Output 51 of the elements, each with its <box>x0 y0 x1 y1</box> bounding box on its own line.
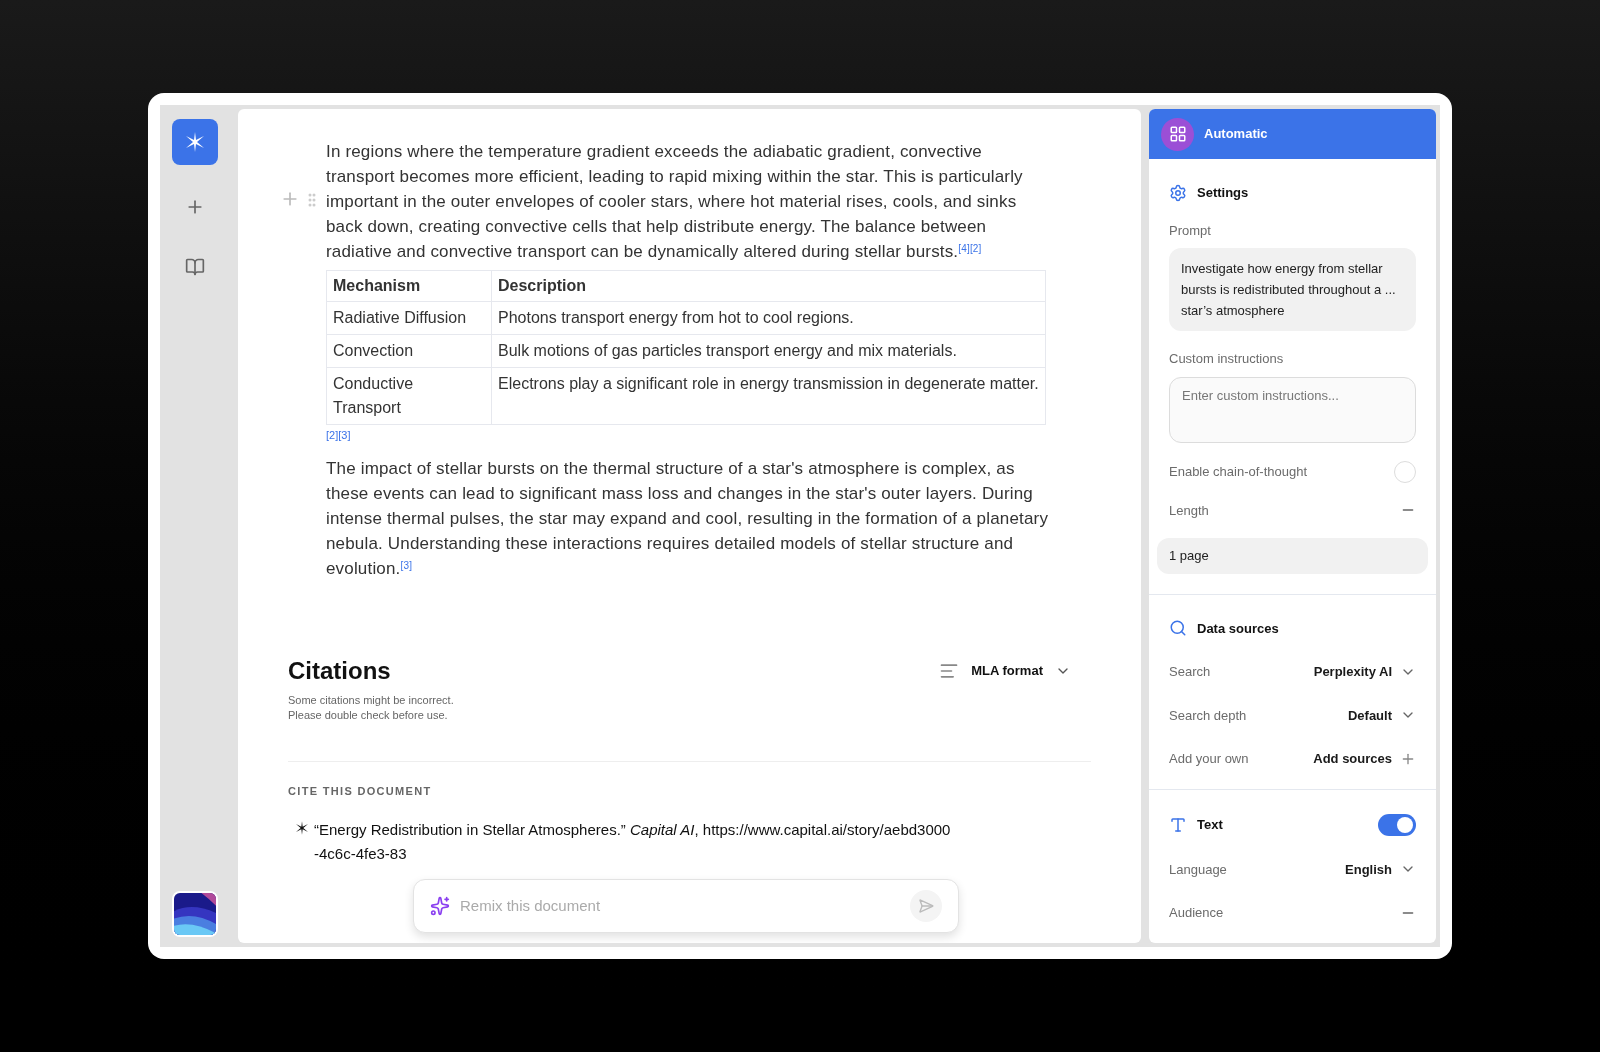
field-label: Custom instructions <box>1169 350 1285 368</box>
dropdown[interactable]: Perplexity AI <box>1313 662 1416 682</box>
remix-field[interactable]: Remix this document <box>460 894 900 918</box>
paragraph: In regions where the temperature gradient exceeds the adiabatic gradient, convective transport becomes more efficient, leading to rapid mixing within the star. This is particularly important in the outer envelopes of cooler stars, where hot material rises, cools, and sinks back down, creating convective cells that help distribute energy. The balance between radiative and convective transport can be dynamically altered during stellar bursts.$^{[4][2]}$ <box>326 141 1024 263</box>
table-cell: Convection <box>326 334 492 368</box>
citations-note: Some citations might be incorrect. Please double check before use. <box>288 692 454 723</box>
prompt-field[interactable]: Investigate how energy from stellar bursts is redistributed throughout a ... star’s atmosphere <box>1169 248 1416 331</box>
field-label: Search depth <box>1169 706 1247 725</box>
dropdown[interactable]: English <box>1345 859 1416 879</box>
field-label: Length <box>1169 501 1209 520</box>
settings-icon <box>1169 183 1187 202</box>
section-title: Settings <box>1197 184 1249 202</box>
drag-handle-icon[interactable] <box>308 193 316 207</box>
send-icon <box>918 898 934 914</box>
send-button[interactable] <box>910 890 942 922</box>
length-option[interactable]: 1 page <box>1157 538 1428 574</box>
format-dropdown[interactable]: MLA format <box>939 660 1071 681</box>
sparkles-icon <box>430 896 450 916</box>
remix-bar[interactable]: Remix this document <box>413 879 959 933</box>
field-label: Language <box>1169 860 1227 879</box>
field-label: Search <box>1169 663 1211 681</box>
book-icon[interactable] <box>185 257 205 277</box>
toggle-switch[interactable] <box>1378 813 1416 836</box>
field-label: Add your own <box>1169 750 1249 768</box>
table-cell: Electrons play a significant role in energy transmission in degenerate matter. <box>491 367 1046 425</box>
grid-icon <box>1161 117 1194 151</box>
search-icon <box>1169 619 1187 638</box>
table-cell: Bulk motions of gas particles transport energy and mix materials. <box>491 334 1046 368</box>
paragraph: The impact of stellar bursts on the thermal structure of a star's atmosphere is complex, as these events can lead to significant mass loss and changes in the star's outer layers. During intense thermal pulses, the star may expand and cool, resulting in the formation of a planetary nebula. Understanding these interactions requires detailed models of stellar structure and evolution.$^{[3]}$ <box>326 457 1050 580</box>
field-label: Prompt <box>1169 221 1212 240</box>
field-label: Enable chain-of-thought <box>1169 462 1308 481</box>
add-sources-button[interactable]: Add sources <box>1313 749 1416 769</box>
section-label: CITE THIS DOCUMENT <box>288 784 432 797</box>
text-icon <box>1169 815 1187 834</box>
section-title: Data sources <box>1197 619 1279 638</box>
checkbox[interactable] <box>1394 460 1416 483</box>
citations-title: Citations <box>288 655 392 686</box>
citation-text: “Energy Redistribution in Stellar Atmospheres.” Capital AI, https://www.capital.ai/story/aebd3000 <box>314 819 951 840</box>
logo-button[interactable] <box>172 119 218 165</box>
table-cell: Photons transport energy from hot to cool regions. <box>491 301 1046 335</box>
section-title: Text <box>1197 815 1223 834</box>
citation-text: -4c6c-4fe3-83 <box>314 843 407 864</box>
table-cell: Radiative Diffusion <box>326 301 492 335</box>
table-cell: Conductive Transport <box>326 367 492 425</box>
panel-title: Automatic <box>1204 125 1268 144</box>
citation-link[interactable]: [2][3] <box>326 427 351 444</box>
field-label: Audience <box>1169 904 1224 922</box>
instructions-field[interactable]: Enter custom instructions... <box>1169 376 1416 443</box>
table-header: Description <box>491 270 1046 302</box>
dropdown[interactable]: Default <box>1347 705 1416 725</box>
table-header: Mechanism <box>326 270 492 302</box>
